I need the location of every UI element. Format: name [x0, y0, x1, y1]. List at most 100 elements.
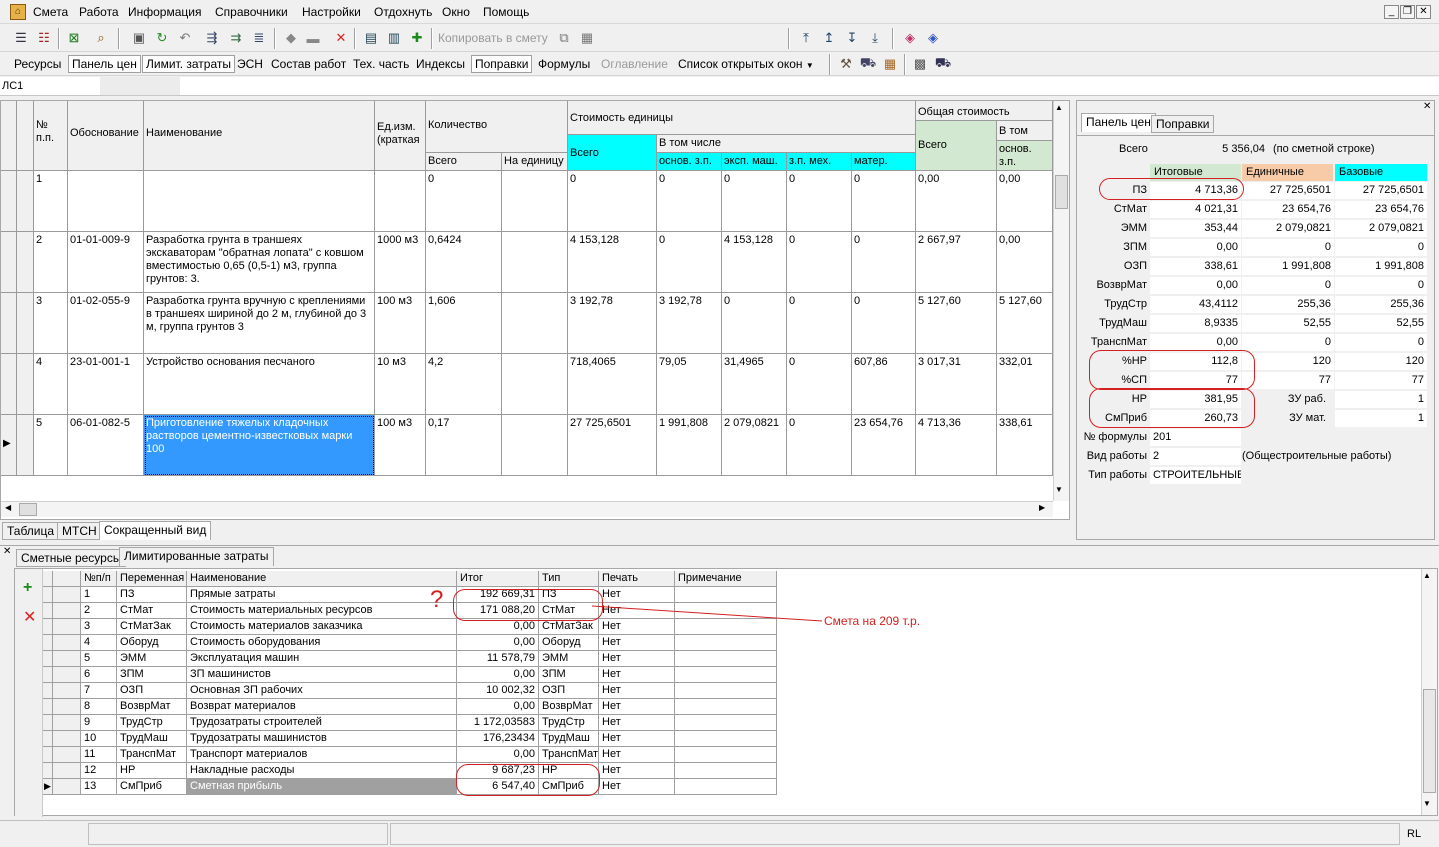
- price-value-base[interactable]: 2 079,0821: [1335, 220, 1427, 237]
- grid-cell-qty[interactable]: 0: [426, 171, 502, 232]
- scroll-up-icon[interactable]: ▲: [1055, 103, 1063, 112]
- cut-icon[interactable]: ◆: [281, 28, 301, 48]
- price-value-base[interactable]: 77: [1335, 372, 1427, 389]
- grid-cell-osn[interactable]: 0: [657, 232, 722, 293]
- lower-cell-n[interactable]: 6: [81, 667, 117, 683]
- lower-cell-sum[interactable]: 176,23434: [457, 731, 539, 747]
- add-row-icon[interactable]: +: [23, 579, 32, 597]
- truck-icon[interactable]: ⛟: [858, 54, 878, 74]
- lower-cell-var[interactable]: ОЗП: [117, 683, 187, 699]
- lower-cell-type[interactable]: ЗПМ: [539, 667, 599, 683]
- tab-short-view[interactable]: Сокращенный вид: [99, 521, 212, 540]
- lower-cell-note[interactable]: [675, 683, 777, 699]
- lower-cell-name[interactable]: ЗП машинистов: [187, 667, 457, 683]
- tab-contents[interactable]: Оглавление: [598, 56, 671, 72]
- price-value-total[interactable]: 353,44: [1150, 220, 1241, 237]
- lower-scroll-down-icon[interactable]: ▼: [1423, 799, 1431, 808]
- open-windows-dropdown[interactable]: Список открытых окон ▼: [675, 56, 817, 72]
- lower-cell-type[interactable]: ТрудМаш: [539, 731, 599, 747]
- grid-cell-zpmeh[interactable]: 0: [787, 354, 852, 415]
- price-value-base[interactable]: 1 991,808: [1335, 258, 1427, 275]
- excel-icon[interactable]: ⊠: [64, 28, 84, 48]
- lower-cell-name[interactable]: Стоимость оборудования: [187, 635, 457, 651]
- calculator-icon[interactable]: ▩: [910, 54, 930, 74]
- col-header-name[interactable]: Наименование: [144, 101, 375, 171]
- col-header-tc-total[interactable]: Всего: [916, 121, 997, 171]
- grid-cell-unit[interactable]: 1000 м3: [375, 232, 426, 293]
- grid-cell-zpmeh[interactable]: 0: [787, 232, 852, 293]
- grid-cell-cost[interactable]: 4 153,128: [568, 232, 657, 293]
- lower-row-indicator[interactable]: ▶: [43, 779, 53, 795]
- doc-copy-icon[interactable]: ▥: [384, 28, 404, 48]
- lower-cell-n[interactable]: 12: [81, 763, 117, 779]
- tab-estimate-resources[interactable]: Сметные ресурсы: [16, 549, 127, 567]
- grid-cell-mater[interactable]: 0: [852, 232, 916, 293]
- lower-cell-note[interactable]: [675, 635, 777, 651]
- lower-cell-type[interactable]: ВозврМат: [539, 699, 599, 715]
- lower-row-indicator[interactable]: [43, 651, 53, 667]
- lower-cell-n[interactable]: 2: [81, 603, 117, 619]
- grid-cell-num[interactable]: 4: [34, 354, 68, 415]
- grid-cell-name[interactable]: Устройство основания песчаного: [144, 354, 375, 415]
- tree-add-icon[interactable]: ☷: [34, 28, 54, 48]
- menu-sprav[interactable]: Справочники: [215, 5, 288, 19]
- scroll-right-icon[interactable]: ▶: [1039, 503, 1045, 512]
- lower-cell-name[interactable]: Транспорт материалов: [187, 747, 457, 763]
- col-header-mater[interactable]: матер.: [852, 153, 916, 171]
- scroll-down-icon[interactable]: ▼: [1055, 485, 1063, 494]
- row-grip[interactable]: [17, 171, 34, 232]
- grid-cell-mater[interactable]: 23 654,76: [852, 415, 916, 476]
- lower-row-grip[interactable]: [53, 715, 81, 731]
- undo-icon[interactable]: ↶: [175, 28, 195, 48]
- lower-row-grip[interactable]: [53, 603, 81, 619]
- move-up-icon[interactable]: ↥: [819, 28, 839, 48]
- grid-cell-osn[interactable]: 3 192,78: [657, 293, 722, 354]
- lower-cell-name[interactable]: Эксплуатация машин: [187, 651, 457, 667]
- lower-row-grip[interactable]: [53, 667, 81, 683]
- grid-cell-tc[interactable]: 2 667,97: [916, 232, 997, 293]
- restore-icon[interactable]: ❐: [1400, 5, 1415, 19]
- row-indicator[interactable]: [1, 293, 17, 354]
- lower-row-indicator[interactable]: [43, 587, 53, 603]
- lower-row-grip[interactable]: [53, 683, 81, 699]
- tab-price-panel[interactable]: Панель цен: [68, 55, 141, 73]
- grid-cell-tc[interactable]: 4 713,36: [916, 415, 997, 476]
- lower-cell-sum[interactable]: 0,00: [457, 747, 539, 763]
- grid-cell-cost[interactable]: 718,4065: [568, 354, 657, 415]
- indent-icon[interactable]: ⇶: [202, 28, 222, 48]
- grid-cell-basis[interactable]: 06-01-082-5: [68, 415, 144, 476]
- lower-cell-n[interactable]: 3: [81, 619, 117, 635]
- price-value-total[interactable]: 4 021,31: [1150, 201, 1241, 218]
- price-value-unit[interactable]: 23 654,76: [1242, 201, 1334, 218]
- price-value-base[interactable]: 0: [1335, 239, 1427, 256]
- save-icon[interactable]: ▣: [129, 28, 149, 48]
- lower-cell-n[interactable]: 9: [81, 715, 117, 731]
- books-icon[interactable]: ◈: [923, 28, 943, 48]
- lower-row-grip[interactable]: [53, 779, 81, 795]
- lower-row-grip[interactable]: [53, 635, 81, 651]
- grid-cell-name[interactable]: Разработка грунта вручную с креплениями …: [144, 293, 375, 354]
- lower-row-indicator[interactable]: [43, 747, 53, 763]
- formula-value[interactable]: 201: [1150, 429, 1241, 446]
- lower-cell-var[interactable]: ПЗ: [117, 587, 187, 603]
- tab-table[interactable]: Таблица: [2, 522, 60, 540]
- lower-cell-type[interactable]: ОЗП: [539, 683, 599, 699]
- paste-doc-icon[interactable]: ▦: [577, 28, 597, 48]
- lower-cell-type[interactable]: ТрудСтр: [539, 715, 599, 731]
- menu-window[interactable]: Окно: [442, 5, 470, 19]
- lower-cell-name[interactable]: Основная ЗП рабочих: [187, 683, 457, 699]
- lower-row-indicator[interactable]: [43, 603, 53, 619]
- price-value-base[interactable]: 120: [1335, 353, 1427, 370]
- lower-cell-var[interactable]: ТранспМат: [117, 747, 187, 763]
- move-down-icon[interactable]: ↧: [842, 28, 862, 48]
- row-grip[interactable]: [17, 415, 34, 476]
- tab-esn[interactable]: ЭСН: [234, 56, 266, 72]
- scroll-thumb[interactable]: [1055, 175, 1068, 209]
- col-header-qty[interactable]: Количество: [426, 101, 568, 153]
- lower-cell-var[interactable]: Оборуд: [117, 635, 187, 651]
- lower-row-indicator[interactable]: [43, 763, 53, 779]
- hammer-icon[interactable]: ⚒: [836, 54, 856, 74]
- grid-cell-unit[interactable]: [375, 171, 426, 232]
- lower-cell-type[interactable]: Оборуд: [539, 635, 599, 651]
- tab-formulas[interactable]: Формулы: [535, 56, 593, 72]
